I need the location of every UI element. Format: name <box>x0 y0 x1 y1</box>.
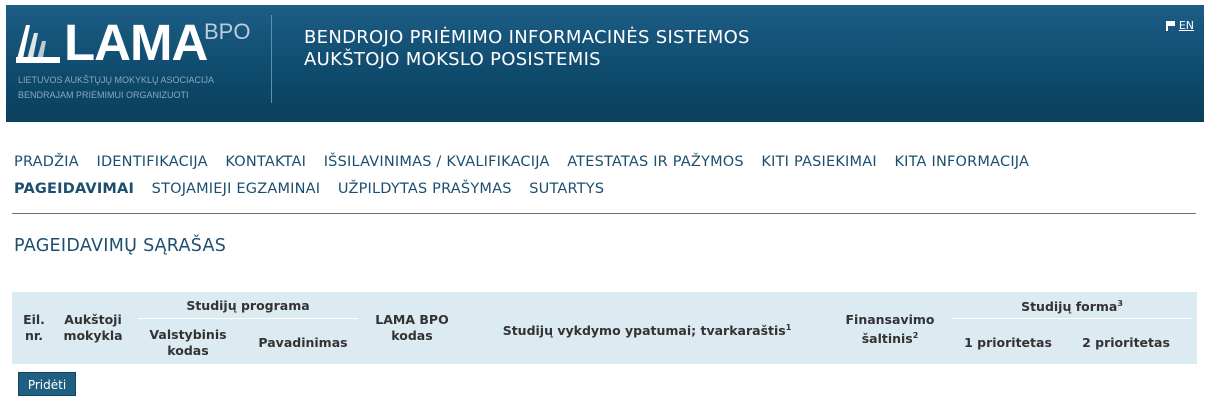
nav-divider <box>12 213 1196 214</box>
nav-item-sutartys[interactable]: SUTARTYS <box>529 181 604 197</box>
add-button[interactable]: Pridėti <box>18 372 76 396</box>
col-header-program-name: Pavadinimas <box>258 335 348 350</box>
col-header-lama-code: LAMA BPO kodas <box>375 312 449 343</box>
system-title-line1: BENDROJO PRIĖMIMO INFORMACINĖS SISTEMOS <box>304 27 750 48</box>
logo-superscript: BPO <box>204 19 251 44</box>
preferences-table-header: Eil. nr. Aukštoji mokykla Studijų progra… <box>12 292 1197 364</box>
col-header-school: Aukštoji mokykla <box>63 312 123 343</box>
col-header-funding: Finansavimo šaltinis2 <box>845 312 935 347</box>
system-title-line2: AUKŠTOJO MOKSLO POSISTEMIS <box>304 49 601 70</box>
program-group-divider <box>138 318 358 319</box>
header-divider <box>271 15 272 103</box>
flag-icon <box>1165 21 1175 31</box>
nav-item-issilavinimas[interactable]: IŠSILAVINIMAS / KVALIFIKACIJA <box>324 154 550 170</box>
col-group-program: Studijų programa <box>186 298 310 313</box>
logo-mark-icon <box>16 25 60 63</box>
nav-item-stojamieji-egzaminai[interactable]: STOJAMIEJI EGZAMINAI <box>152 181 321 197</box>
col-header-state-code: Valstybinis kodas <box>149 327 227 358</box>
page-title: PAGEIDAVIMŲ SĄRAŠAS <box>14 236 227 256</box>
nav-item-pageidavimai[interactable]: PAGEIDAVIMAI <box>14 181 134 197</box>
nav-item-identifikacija[interactable]: IDENTIFIKACIJA <box>96 154 207 170</box>
col-header-priority-2: 2 prioritetas <box>1082 335 1170 350</box>
language-link-en[interactable]: EN <box>1179 19 1194 32</box>
lama-bpo-logo[interactable]: LAMA BPO LIETUVOS AUKŠTŲJŲ MOKYKLŲ ASOCI… <box>12 15 260 109</box>
language-switch[interactable]: EN <box>1165 19 1194 32</box>
col-group-study-form: Studijų forma3 <box>1021 299 1123 315</box>
nav-item-uzpildytas-prasymas[interactable]: UŽPILDYTAS PRAŠYMAS <box>338 181 512 197</box>
col-header-row-number: Eil. nr. <box>23 312 45 343</box>
col-header-priority-1: 1 prioritetas <box>964 335 1052 350</box>
study-form-group-divider <box>952 318 1192 319</box>
nav-item-kontaktai[interactable]: KONTAKTAI <box>225 154 306 170</box>
logo-subtitle-line2: BENDRAJAM PRIĖMIMUI ORGANIZUOTI <box>18 90 189 100</box>
system-title: BENDROJO PRIĖMIMO INFORMACINĖS SISTEMOS … <box>304 27 750 71</box>
main-nav-row1: PRADŽIA IDENTIFIKACIJA KONTAKTAI IŠSILAV… <box>14 154 1194 170</box>
nav-item-atestatas[interactable]: ATESTATAS IR PAŽYMOS <box>567 154 744 170</box>
logo-subtitle-line1: LIETUVOS AUKŠTŲJŲ MOKYKLŲ ASOCIACIJA <box>18 75 215 85</box>
col-header-features: Studijų vykdymo ypatumai; tvarkaraštis1 <box>502 323 792 339</box>
nav-item-kiti-pasiekimai[interactable]: KITI PASIEKIMAI <box>761 154 876 170</box>
site-header: LAMA BPO LIETUVOS AUKŠTŲJŲ MOKYKLŲ ASOCI… <box>6 5 1204 122</box>
main-nav-row2: PAGEIDAVIMAI STOJAMIEJI EGZAMINAI UŽPILD… <box>14 181 1194 197</box>
logo-text: LAMA <box>64 14 208 71</box>
nav-item-kita-informacija[interactable]: KITA INFORMACIJA <box>894 154 1029 170</box>
nav-item-pradzia[interactable]: PRADŽIA <box>14 154 79 170</box>
